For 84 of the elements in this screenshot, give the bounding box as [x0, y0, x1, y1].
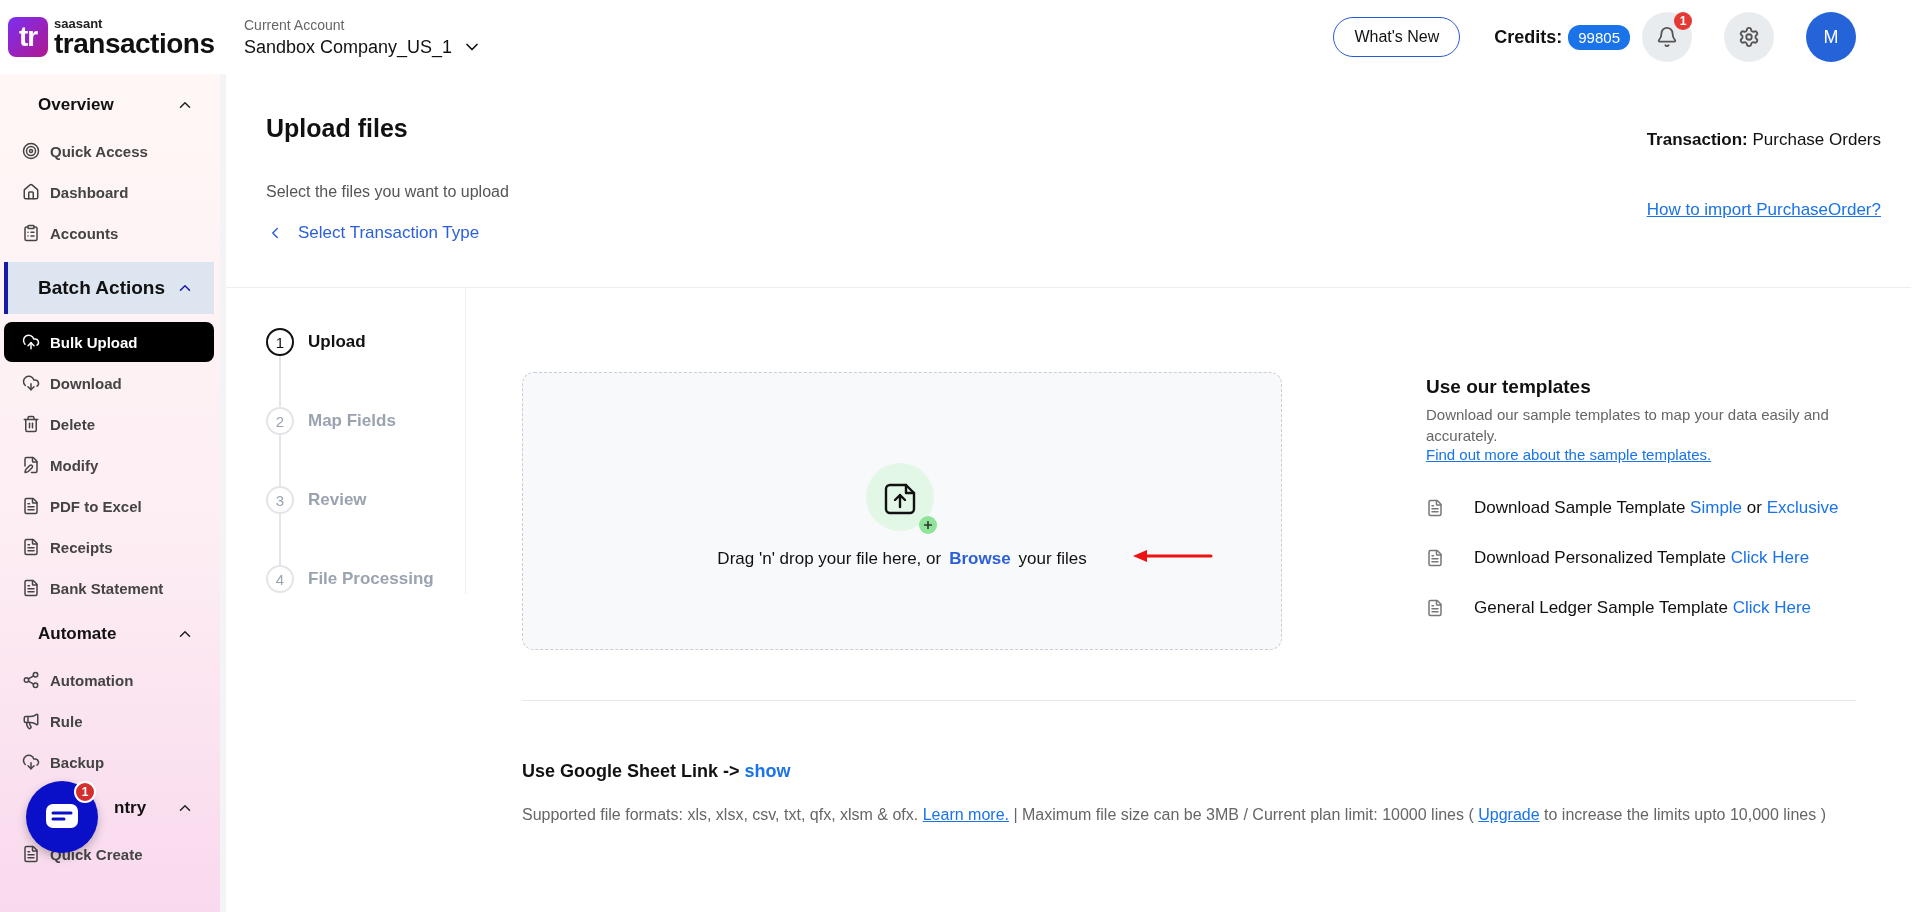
- transaction-type: Transaction: Purchase Orders: [1646, 130, 1881, 150]
- template-download-text: General Ledger Sample Template Click Here: [1474, 598, 1812, 618]
- sidebar-item[interactable]: Receipts: [4, 527, 214, 567]
- account-label: Current Account: [244, 16, 346, 33]
- step-number: 4: [266, 565, 294, 593]
- note-link[interactable]: Learn more.: [922, 806, 1009, 823]
- document-icon: [1426, 499, 1444, 517]
- template-download-text: Download Sample Template Simple or Exclusive: [1474, 498, 1839, 518]
- sidebar-section-title[interactable]: Automate: [38, 624, 117, 644]
- file-pen-icon: [22, 456, 40, 474]
- document-icon: [1426, 599, 1444, 617]
- sidebar-item[interactable]: Delete: [4, 404, 214, 444]
- whats-new-button[interactable]: What's New: [1333, 17, 1461, 57]
- sidebar-item[interactable]: Automation: [4, 660, 214, 700]
- help-link[interactable]: How to import PurchaseOrder?: [1646, 200, 1881, 220]
- drop-instruction-end: your files: [1018, 549, 1087, 569]
- file-icon: [22, 538, 40, 556]
- megaphone-icon: [22, 712, 40, 730]
- logo-mark: tr: [8, 17, 48, 57]
- document-icon: [1426, 549, 1444, 567]
- templates-title: Use our templates: [1426, 376, 1592, 398]
- brand-name: transactions: [54, 29, 215, 58]
- google-sheet-label: Use Google Sheet Link -> show: [522, 761, 792, 782]
- template-download-text: Download Personalized Template Click Here: [1474, 548, 1810, 568]
- sidebar-item[interactable]: Backup: [4, 742, 214, 782]
- target-icon: [22, 142, 40, 160]
- drop-instruction: Drag 'n' drop your file here, or: [717, 549, 942, 569]
- sidebar-item[interactable]: Rule: [4, 701, 214, 741]
- step-label: Map Fields: [308, 411, 396, 431]
- step-number: 1: [266, 328, 294, 356]
- settings-button[interactable]: [1724, 12, 1774, 62]
- file-upload-icon: [866, 463, 938, 535]
- clipboard-icon: [22, 224, 40, 242]
- sidebar-item[interactable]: Download: [4, 363, 214, 403]
- upload-limits-note: Supported file formats: xls, xlsx, csv, txt, qfx, xlsm & ofx. Learn more. | Maximum file size can be 3MB / Current plan limit: 10000 lines ( Upgrade to increase the limits upto 10,000 lines ): [522, 805, 1827, 825]
- step-label: Review: [308, 490, 367, 510]
- page-subtitle: Select the files you want to upload: [266, 183, 509, 201]
- notification-count: 1: [1674, 12, 1692, 30]
- template-link[interactable]: Click Here: [1730, 548, 1810, 567]
- file-drop-zone[interactable]: Drag 'n' drop your file here, or Browse your files: [522, 372, 1282, 650]
- show-link[interactable]: show: [744, 761, 791, 781]
- sidebar-item[interactable]: Dashboard: [4, 172, 214, 212]
- note-link[interactable]: Upgrade: [1478, 806, 1540, 823]
- bell-icon: [1656, 26, 1678, 48]
- sidebar-section-title[interactable]: Batch Actions: [38, 277, 166, 299]
- sidebar-section-title[interactable]: Overview: [38, 95, 114, 115]
- chat-badge: 1: [74, 781, 96, 803]
- cloud-download-icon: [22, 374, 40, 392]
- pointer-arrow-icon: [1133, 549, 1213, 563]
- notifications-button[interactable]: 1: [1642, 12, 1692, 62]
- sidebar-section-title[interactable]: ntry: [114, 798, 147, 818]
- page-title: Upload files: [266, 114, 409, 143]
- sidebar-item[interactable]: Quick Access: [4, 131, 214, 171]
- step-label: Upload: [308, 332, 366, 352]
- file-icon: [22, 579, 40, 597]
- sidebar-item[interactable]: PDF to Excel: [4, 486, 214, 526]
- avatar[interactable]: M: [1806, 12, 1856, 62]
- browse-link[interactable]: Browse: [949, 549, 1011, 569]
- template-link[interactable]: Simple: [1690, 498, 1743, 517]
- templates-description: Download our sample templates to map your data easily and accurately.: [1426, 405, 1830, 446]
- step-number: 2: [266, 407, 294, 435]
- template-link[interactable]: Click Here: [1732, 598, 1812, 617]
- sidebar-item[interactable]: Bank Statement: [4, 568, 214, 608]
- sidebar-item[interactable]: Modify: [4, 445, 214, 485]
- step-number: 3: [266, 486, 294, 514]
- file-icon: [22, 497, 40, 515]
- step-label: File Processing: [308, 569, 434, 589]
- template-link[interactable]: Exclusive: [1766, 498, 1839, 517]
- sidebar-item[interactable]: Bulk Upload: [4, 322, 214, 362]
- sidebar-item[interactable]: Accounts: [4, 213, 214, 253]
- brand-small-text: saasant: [54, 16, 104, 30]
- settings-icon: [1738, 26, 1760, 48]
- templates-info-link[interactable]: Find out more about the sample templates.: [1426, 446, 1856, 463]
- chat-icon: [45, 803, 79, 831]
- cloud-download-icon: [22, 753, 40, 771]
- share-icon: [22, 671, 40, 689]
- house-icon: [22, 183, 40, 201]
- cloud-upload-icon: [22, 333, 40, 351]
- account-name[interactable]: Sandbox Company_US_1: [244, 36, 453, 58]
- trash-icon: [22, 415, 40, 433]
- credits-count: 99805: [1568, 24, 1630, 50]
- credits-label: Credits:: [1494, 26, 1563, 48]
- file-icon: [22, 845, 40, 863]
- back-link[interactable]: Select Transaction Type: [266, 223, 509, 243]
